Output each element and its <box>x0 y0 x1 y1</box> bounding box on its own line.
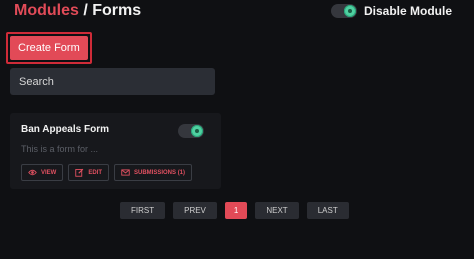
next-page-button[interactable]: NEXT <box>255 202 299 219</box>
pagination: FIRST PREV 1 NEXT LAST <box>120 202 349 219</box>
breadcrumb-modules[interactable]: Modules <box>14 2 79 19</box>
submissions-button[interactable]: SUBMISSIONS (1) <box>114 164 193 181</box>
breadcrumb-separator: / <box>83 2 88 19</box>
current-page-button[interactable]: 1 <box>224 202 248 219</box>
form-card-description: This is a form for ... <box>21 144 99 154</box>
eye-icon <box>28 169 37 176</box>
search-input[interactable]: Search <box>10 68 215 95</box>
view-label: VIEW <box>41 169 57 176</box>
edit-icon <box>75 168 84 177</box>
form-card-actions: VIEW EDIT SUBMISSIONS (1) <box>21 164 193 181</box>
form-card: Ban Appeals Form This is a form for ... … <box>10 113 221 189</box>
disable-module-control: Disable Module <box>330 4 452 18</box>
disable-module-label: Disable Module <box>363 4 452 18</box>
create-form-button[interactable]: Create Form <box>10 36 88 60</box>
breadcrumb-forms: Forms <box>92 2 142 19</box>
disable-module-toggle[interactable] <box>330 4 357 18</box>
edit-label: EDIT <box>88 169 103 176</box>
last-page-button[interactable]: LAST <box>306 202 349 219</box>
prev-page-button[interactable]: PREV <box>173 202 217 219</box>
edit-button[interactable]: EDIT <box>68 164 110 181</box>
envelope-icon <box>121 169 130 176</box>
submissions-label: SUBMISSIONS (1) <box>134 169 186 176</box>
create-form-highlight: Create Form <box>6 32 92 64</box>
first-page-button[interactable]: FIRST <box>120 202 166 219</box>
form-enabled-toggle[interactable] <box>178 124 204 138</box>
view-button[interactable]: VIEW <box>21 164 64 181</box>
form-card-title: Ban Appeals Form <box>21 124 109 135</box>
page-title: Modules / Forms <box>14 2 141 20</box>
